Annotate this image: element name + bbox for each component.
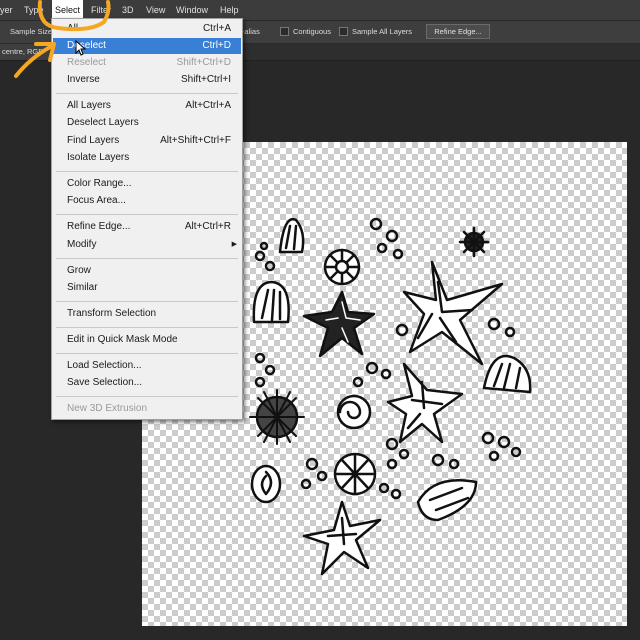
menu-item-shortcut: Alt+Ctrl+A [185, 100, 231, 111]
menu-item-shortcut: Ctrl+A [202, 23, 231, 34]
menu-select[interactable]: Select [52, 0, 84, 20]
sample-all-layers-checkbox[interactable] [339, 27, 348, 36]
menu-item-new-3d-extrusion[interactable]: New 3D Extrusion [53, 401, 241, 417]
menu-item-label: Grow [67, 265, 91, 276]
menu-filter[interactable]: Filter [91, 0, 111, 20]
menu-item-label: Focus Area... [67, 195, 126, 206]
menu-item-color-range[interactable]: Color Range... [53, 176, 241, 192]
menu-separator [56, 327, 238, 328]
menu-layer[interactable]: yer [0, 0, 13, 20]
menu-type[interactable]: Type [24, 0, 44, 20]
menu-item-label: Modify [67, 239, 97, 250]
menu-item-focus-area[interactable]: Focus Area... [53, 193, 241, 209]
menu-item-label: Save Selection... [67, 377, 143, 388]
sample-all-layers-label[interactable]: Sample All Layers [352, 21, 412, 43]
submenu-arrow-icon: ▶ [231, 241, 237, 248]
menu-item-label: Isolate Layers [67, 152, 130, 163]
menu-item-label: Deselect Layers [67, 117, 139, 128]
menu-item-find-layers[interactable]: Find Layers Alt+Shift+Ctrl+F [53, 133, 241, 149]
menu-item-shortcut: Alt+Ctrl+R [184, 221, 231, 232]
menu-separator [56, 258, 238, 259]
menu-item-shortcut: Shift+Ctrl+D [176, 57, 231, 68]
menu-item-label: Load Selection... [67, 360, 142, 371]
menu-item-all-layers[interactable]: All Layers Alt+Ctrl+A [53, 98, 241, 114]
menu-item-isolate-layers[interactable]: Isolate Layers [53, 150, 241, 166]
menu-item-label: All [67, 23, 79, 34]
menu-item-label: Color Range... [67, 178, 132, 189]
menu-item-shortcut: Ctrl+D [202, 40, 231, 51]
menu-item-label: Reselect [67, 57, 106, 68]
contiguous-label[interactable]: Contiguous [293, 21, 331, 43]
menu-item-label: Refine Edge... [67, 221, 131, 232]
menu-3d[interactable]: 3D [122, 0, 134, 20]
sample-size-label: Sample Size: [10, 27, 55, 36]
menu-separator [56, 353, 238, 354]
menu-item-label: Transform Selection [67, 308, 157, 319]
menu-item-similar[interactable]: Similar [53, 280, 241, 296]
menu-item-label: Edit in Quick Mask Mode [67, 334, 178, 345]
menu-item-label: New 3D Extrusion [67, 403, 148, 414]
menu-item-grow[interactable]: Grow [53, 263, 241, 279]
menu-help[interactable]: Help [220, 0, 239, 20]
menu-item-label: Inverse [67, 74, 100, 85]
menu-item-label: Find Layers [67, 135, 120, 146]
menu-item-modify[interactable]: Modify ▶ [53, 237, 241, 253]
menu-separator [56, 301, 238, 302]
menu-separator [56, 396, 238, 397]
select-menu-dropdown: All Ctrl+A Deselect Ctrl+D Reselect Shif… [51, 18, 243, 420]
menu-item-shortcut: Shift+Ctrl+I [180, 74, 231, 85]
menu-item-all[interactable]: All Ctrl+A [53, 21, 241, 37]
menu-window[interactable]: Window [176, 0, 208, 20]
refine-edge-button[interactable]: Refine Edge... [426, 24, 490, 39]
menu-item-load-selection[interactable]: Load Selection... [53, 358, 241, 374]
menu-separator [56, 214, 238, 215]
menu-item-refine-edge[interactable]: Refine Edge... Alt+Ctrl+R [53, 219, 241, 235]
contiguous-checkbox[interactable] [280, 27, 289, 36]
menu-item-transform-selection[interactable]: Transform Selection [53, 306, 241, 322]
menu-item-shortcut: Alt+Shift+Ctrl+F [160, 135, 231, 146]
menu-separator [56, 171, 238, 172]
menu-separator [56, 93, 238, 94]
menu-view[interactable]: View [146, 0, 165, 20]
menu-item-quick-mask[interactable]: Edit in Quick Mask Mode [53, 332, 241, 348]
menu-item-label: Similar [67, 282, 98, 293]
mouse-cursor-icon [75, 40, 87, 56]
menu-item-inverse[interactable]: Inverse Shift+Ctrl+I [53, 72, 241, 88]
menu-item-label: All Layers [67, 100, 111, 111]
menu-item-save-selection[interactable]: Save Selection... [53, 375, 241, 391]
menu-item-deselect-layers[interactable]: Deselect Layers [53, 115, 241, 131]
menu-item-reselect[interactable]: Reselect Shift+Ctrl+D [53, 55, 241, 71]
